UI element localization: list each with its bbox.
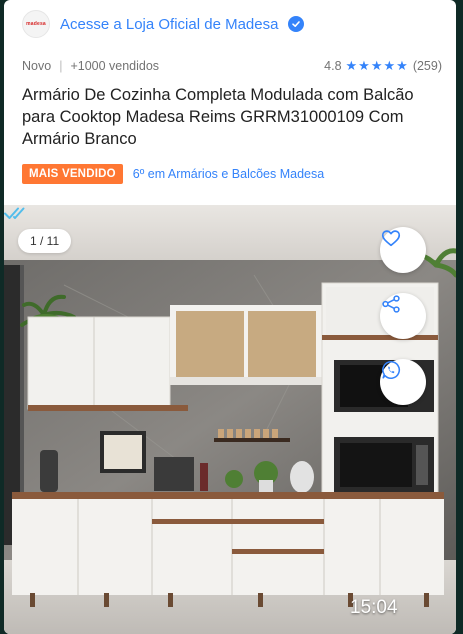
double-check-icon (4, 207, 25, 219)
category-rank-link[interactable]: 6º em Armários e Balcões Madesa (133, 167, 324, 181)
product-meta: Novo | +1000 vendidos 4.8 ★★★★★ (259) (22, 56, 442, 76)
official-store-row[interactable]: madesa Acesse a Loja Oficial de Madesa (22, 10, 305, 38)
share-button[interactable] (380, 293, 426, 339)
bestseller-badge: MAIS VENDIDO (22, 164, 123, 184)
whatsapp-share-button[interactable] (380, 359, 426, 405)
store-logo-text: madesa (26, 21, 46, 27)
message-time: 15:04 (350, 597, 398, 618)
heart-icon (381, 230, 401, 247)
rating-value: 4.8 (324, 59, 342, 73)
product-photo[interactable]: 1 / 11 15:04 (4, 205, 456, 634)
kitchen-cabinet-image (4, 205, 456, 634)
official-store-link[interactable]: Acesse a Loja Oficial de Madesa (60, 16, 278, 33)
product-title: Armário De Cozinha Completa Modulada com… (22, 86, 414, 148)
condition-label: Novo (22, 59, 52, 73)
bestseller-row: MAIS VENDIDO 6º em Armários e Balcões Ma… (22, 163, 324, 185)
share-icon (382, 295, 400, 313)
favorite-button[interactable] (380, 227, 426, 273)
rating-summary[interactable]: 4.8 ★★★★★ (259) (324, 58, 442, 74)
image-counter: 1 / 11 (18, 229, 72, 253)
star-rating-icon: ★★★★★ (345, 58, 409, 73)
review-count: (259) (412, 59, 442, 73)
meta-separator: | (59, 59, 63, 73)
product-card: madesa Acesse a Loja Oficial de Madesa N… (4, 0, 456, 634)
verified-check-icon (288, 16, 305, 32)
whatsapp-icon (382, 360, 400, 380)
store-logo: madesa (22, 10, 50, 38)
sold-count: +1000 vendidos (70, 59, 160, 73)
